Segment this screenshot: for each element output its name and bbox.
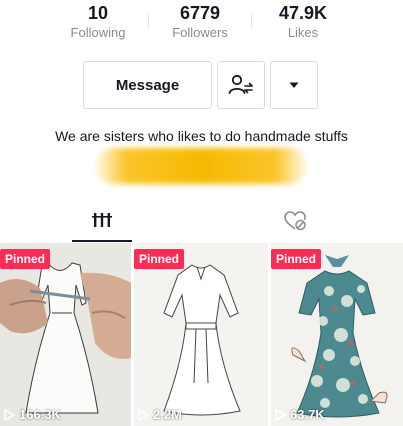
profile-tabs bbox=[0, 200, 403, 242]
video-tile[interactable]: Pinned 63.7K bbox=[271, 243, 403, 426]
video-tile[interactable]: Pinned 2.2M bbox=[134, 243, 268, 426]
view-count: 2.2M bbox=[138, 407, 182, 422]
likes-label: Likes bbox=[287, 25, 319, 40]
tab-liked[interactable] bbox=[265, 200, 325, 242]
view-count: 63.7K bbox=[275, 407, 325, 422]
video-thumbnail bbox=[271, 243, 403, 426]
following-count: 10 bbox=[87, 3, 109, 23]
video-thumbnail bbox=[0, 243, 131, 426]
grid-icon bbox=[92, 213, 112, 227]
followers-label: Followers bbox=[172, 25, 228, 40]
likes-count: 47.9K bbox=[278, 3, 328, 23]
liked-hidden-icon bbox=[284, 211, 306, 231]
profile-stats: 10 Following 6779 Followers 47.9K Likes bbox=[0, 0, 403, 50]
view-count-value: 166.3K bbox=[19, 407, 61, 422]
message-button[interactable]: Message bbox=[83, 61, 212, 109]
view-count-value: 2.2M bbox=[153, 407, 182, 422]
followers-count: 6779 bbox=[179, 3, 221, 23]
stat-divider bbox=[251, 14, 252, 28]
tab-videos[interactable] bbox=[72, 200, 132, 242]
video-thumbnail bbox=[134, 243, 268, 426]
pinned-badge: Pinned bbox=[0, 249, 51, 269]
video-grid: Pinned 166.3K Pinned 2.2M Pinned 63.7K bbox=[0, 243, 403, 426]
pinned-badge: Pinned bbox=[271, 249, 322, 269]
video-tile[interactable]: Pinned 166.3K bbox=[0, 243, 131, 426]
view-count-value: 63.7K bbox=[290, 407, 325, 422]
view-count: 166.3K bbox=[4, 407, 61, 422]
caret-down-icon bbox=[289, 82, 299, 88]
more-button[interactable] bbox=[270, 61, 318, 109]
blurred-link[interactable] bbox=[95, 148, 307, 184]
pinned-badge: Pinned bbox=[134, 249, 185, 269]
stat-likes[interactable]: 47.9K Likes bbox=[253, 2, 353, 42]
follow-button[interactable] bbox=[217, 61, 265, 109]
stat-following[interactable]: 10 Following bbox=[48, 2, 148, 42]
stat-followers[interactable]: 6779 Followers bbox=[150, 2, 250, 42]
play-icon bbox=[275, 408, 286, 421]
stat-divider bbox=[148, 14, 149, 28]
play-icon bbox=[4, 408, 15, 421]
person-swap-icon bbox=[228, 74, 253, 94]
play-icon bbox=[138, 408, 149, 421]
following-label: Following bbox=[70, 25, 126, 40]
profile-bio: We are sisters who likes to do handmade … bbox=[55, 128, 348, 144]
